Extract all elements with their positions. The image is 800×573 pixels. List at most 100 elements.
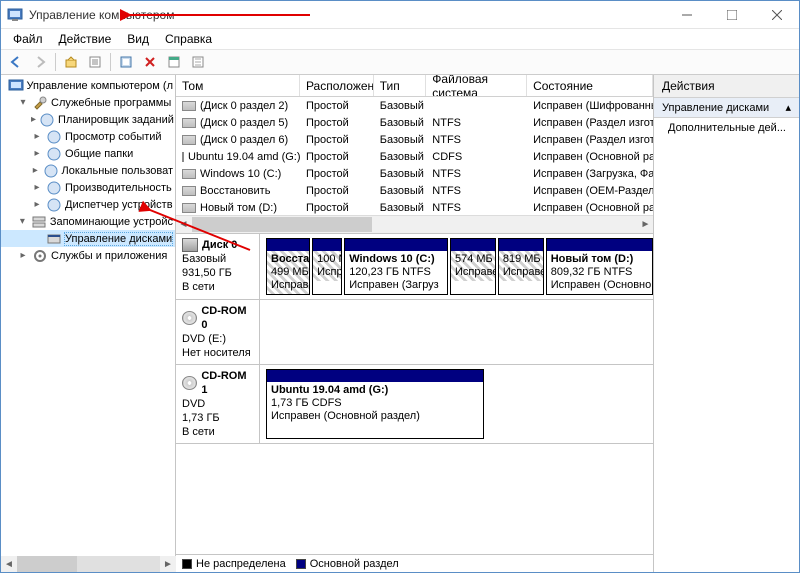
tree-node-icon bbox=[39, 112, 55, 128]
volume-icon bbox=[182, 101, 196, 111]
volume-row[interactable]: (Диск 0 раздел 5)ПростойБазовыйNTFSИспра… bbox=[176, 114, 653, 131]
back-button[interactable] bbox=[5, 51, 27, 73]
window-title: Управление компьютером bbox=[29, 8, 664, 22]
tree-util-2[interactable]: ▸Общие папки bbox=[1, 145, 175, 162]
volume-icon bbox=[182, 203, 196, 213]
sheet-button[interactable] bbox=[163, 51, 185, 73]
partition[interactable]: 100 МИспр bbox=[312, 238, 342, 295]
partition[interactable]: 819 МБ NИсправе bbox=[498, 238, 544, 295]
menu-file[interactable]: Файл bbox=[5, 30, 51, 48]
tree-util-1[interactable]: ▸Просмотр событий bbox=[1, 128, 175, 145]
tree-node-icon bbox=[43, 163, 59, 179]
volume-row[interactable]: (Диск 0 раздел 2)ПростойБазовыйИсправен … bbox=[176, 97, 653, 114]
nav-tree[interactable]: Управление компьютером (л▾Служебные прог… bbox=[1, 75, 176, 572]
expander-icon[interactable]: ▸ bbox=[31, 165, 40, 176]
tree-node-icon bbox=[46, 129, 62, 145]
tree-util-4[interactable]: ▸Производительность bbox=[1, 179, 175, 196]
disk-info: CD-ROM 0DVD (E:)Нет носителя bbox=[176, 300, 260, 364]
menu-view[interactable]: Вид bbox=[119, 30, 157, 48]
partition[interactable]: Новый том (D:)809,32 ГБ NTFSИсправен (Ос… bbox=[546, 238, 653, 295]
volume-row[interactable]: Ubuntu 19.04 amd (G:)ПростойБазовыйCDFSИ… bbox=[176, 148, 653, 165]
maximize-button[interactable] bbox=[709, 1, 754, 29]
partition[interactable]: Ubuntu 19.04 amd (G:)1,73 ГБ CDFSИсправе… bbox=[266, 369, 484, 439]
legend-item: Не распределена bbox=[182, 558, 286, 570]
col-header[interactable]: Тип bbox=[374, 75, 427, 96]
tree-root[interactable]: Управление компьютером (л bbox=[1, 77, 175, 94]
actions-more[interactable]: Дополнительные дей... bbox=[654, 118, 799, 138]
up-button[interactable] bbox=[60, 51, 82, 73]
disk-map[interactable]: Диск 0Базовый931,50 ГБВ сетиВосстан499 М… bbox=[176, 233, 653, 554]
tree-node-icon bbox=[32, 248, 48, 264]
refresh-button[interactable] bbox=[115, 51, 137, 73]
volume-row[interactable]: Windows 10 (C:)ПростойБазовыйNTFSИсправе… bbox=[176, 165, 653, 182]
disk-icon bbox=[182, 238, 198, 252]
volume-icon bbox=[182, 152, 184, 162]
actions-pane: Действия Управление дисками ▴ Дополнител… bbox=[654, 75, 799, 572]
forward-button[interactable] bbox=[29, 51, 51, 73]
tree-utilities[interactable]: ▾Служебные программы bbox=[1, 94, 175, 111]
volume-list[interactable]: ТомРасположениеТипФайловая системаСостоя… bbox=[176, 75, 653, 215]
tree-node-icon bbox=[8, 78, 24, 94]
volume-hscroll[interactable]: ◄ ► bbox=[176, 215, 653, 233]
tree-node-icon bbox=[31, 214, 47, 230]
volume-row[interactable]: Новый том (D:)ПростойБазовыйNTFSИсправен… bbox=[176, 199, 653, 215]
tree-hscroll[interactable]: ◄► bbox=[1, 556, 176, 572]
toolbar bbox=[1, 49, 799, 75]
volume-row[interactable]: (Диск 0 раздел 6)ПростойБазовыйNTFSИспра… bbox=[176, 131, 653, 148]
disk-info: Диск 0Базовый931,50 ГБВ сети bbox=[176, 234, 260, 299]
cd-icon bbox=[182, 376, 197, 390]
tree-node-icon bbox=[32, 95, 48, 111]
partition[interactable]: Windows 10 (C:)120,23 ГБ NTFSИсправен (З… bbox=[344, 238, 448, 295]
col-header[interactable]: Файловая система bbox=[426, 75, 527, 96]
expander-icon[interactable]: ▸ bbox=[31, 199, 43, 210]
volume-row[interactable]: ВосстановитьПростойБазовыйNTFSИсправен (… bbox=[176, 182, 653, 199]
partition[interactable]: 574 МБ ТИсправе bbox=[450, 238, 496, 295]
list-icon[interactable] bbox=[187, 51, 209, 73]
disk-row[interactable]: CD-ROM 1DVD1,73 ГБВ сетиUbuntu 19.04 amd… bbox=[176, 365, 653, 444]
volume-icon bbox=[182, 118, 196, 128]
scroll-right-icon[interactable]: ► bbox=[638, 217, 653, 232]
tree-node-icon bbox=[46, 231, 62, 247]
expander-icon[interactable]: ▸ bbox=[17, 250, 29, 261]
menu-action[interactable]: Действие bbox=[51, 30, 120, 48]
tree-storage[interactable]: ▾Запоминающие устройс bbox=[1, 213, 175, 230]
legend: Не распределена Основной раздел bbox=[176, 554, 653, 572]
tree-services[interactable]: ▸Службы и приложения bbox=[1, 247, 175, 264]
col-header[interactable]: Том bbox=[176, 75, 300, 96]
menu-help[interactable]: Справка bbox=[157, 30, 220, 48]
tree-node-icon bbox=[46, 146, 62, 162]
col-header[interactable]: Состояние bbox=[527, 75, 653, 96]
tree-util-5[interactable]: ▸Диспетчер устройств bbox=[1, 196, 175, 213]
volume-icon bbox=[182, 135, 196, 145]
tree-node-icon bbox=[46, 197, 62, 213]
expander-icon[interactable]: ▸ bbox=[31, 114, 36, 125]
titlebar: Управление компьютером bbox=[1, 1, 799, 29]
menubar: Файл Действие Вид Справка bbox=[1, 29, 799, 49]
legend-item: Основной раздел bbox=[296, 558, 399, 570]
minimize-button[interactable] bbox=[664, 1, 709, 29]
actions-title: Действия bbox=[654, 75, 799, 98]
app-icon bbox=[7, 7, 23, 23]
disk-info: CD-ROM 1DVD1,73 ГБВ сети bbox=[176, 365, 260, 443]
disk-row[interactable]: Диск 0Базовый931,50 ГБВ сетиВосстан499 М… bbox=[176, 234, 653, 300]
scroll-left-icon[interactable]: ◄ bbox=[176, 217, 191, 232]
actions-group[interactable]: Управление дисками ▴ bbox=[654, 98, 799, 118]
close-button[interactable] bbox=[754, 1, 799, 29]
partition[interactable]: Восстан499 МБИсправ bbox=[266, 238, 310, 295]
properties-button[interactable] bbox=[84, 51, 106, 73]
expander-icon[interactable]: ▸ bbox=[31, 182, 43, 193]
disk-row[interactable]: CD-ROM 0DVD (E:)Нет носителя bbox=[176, 300, 653, 365]
tree-util-3[interactable]: ▸Локальные пользоват bbox=[1, 162, 175, 179]
expander-icon[interactable]: ▸ bbox=[31, 148, 43, 159]
expander-icon[interactable]: ▸ bbox=[31, 131, 43, 142]
expander-icon[interactable]: ▾ bbox=[17, 216, 28, 227]
expander-icon[interactable]: ▾ bbox=[17, 97, 29, 108]
tree-util-0[interactable]: ▸Планировщик заданий bbox=[1, 111, 175, 128]
chevron-up-icon: ▴ bbox=[785, 101, 791, 114]
delete-button[interactable] bbox=[139, 51, 161, 73]
tree-disk-management[interactable]: Управление дисками bbox=[1, 230, 175, 247]
scroll-thumb[interactable] bbox=[192, 217, 372, 232]
col-header[interactable]: Расположение bbox=[300, 75, 374, 96]
tree-node-icon bbox=[46, 180, 62, 196]
volume-icon bbox=[182, 169, 196, 179]
